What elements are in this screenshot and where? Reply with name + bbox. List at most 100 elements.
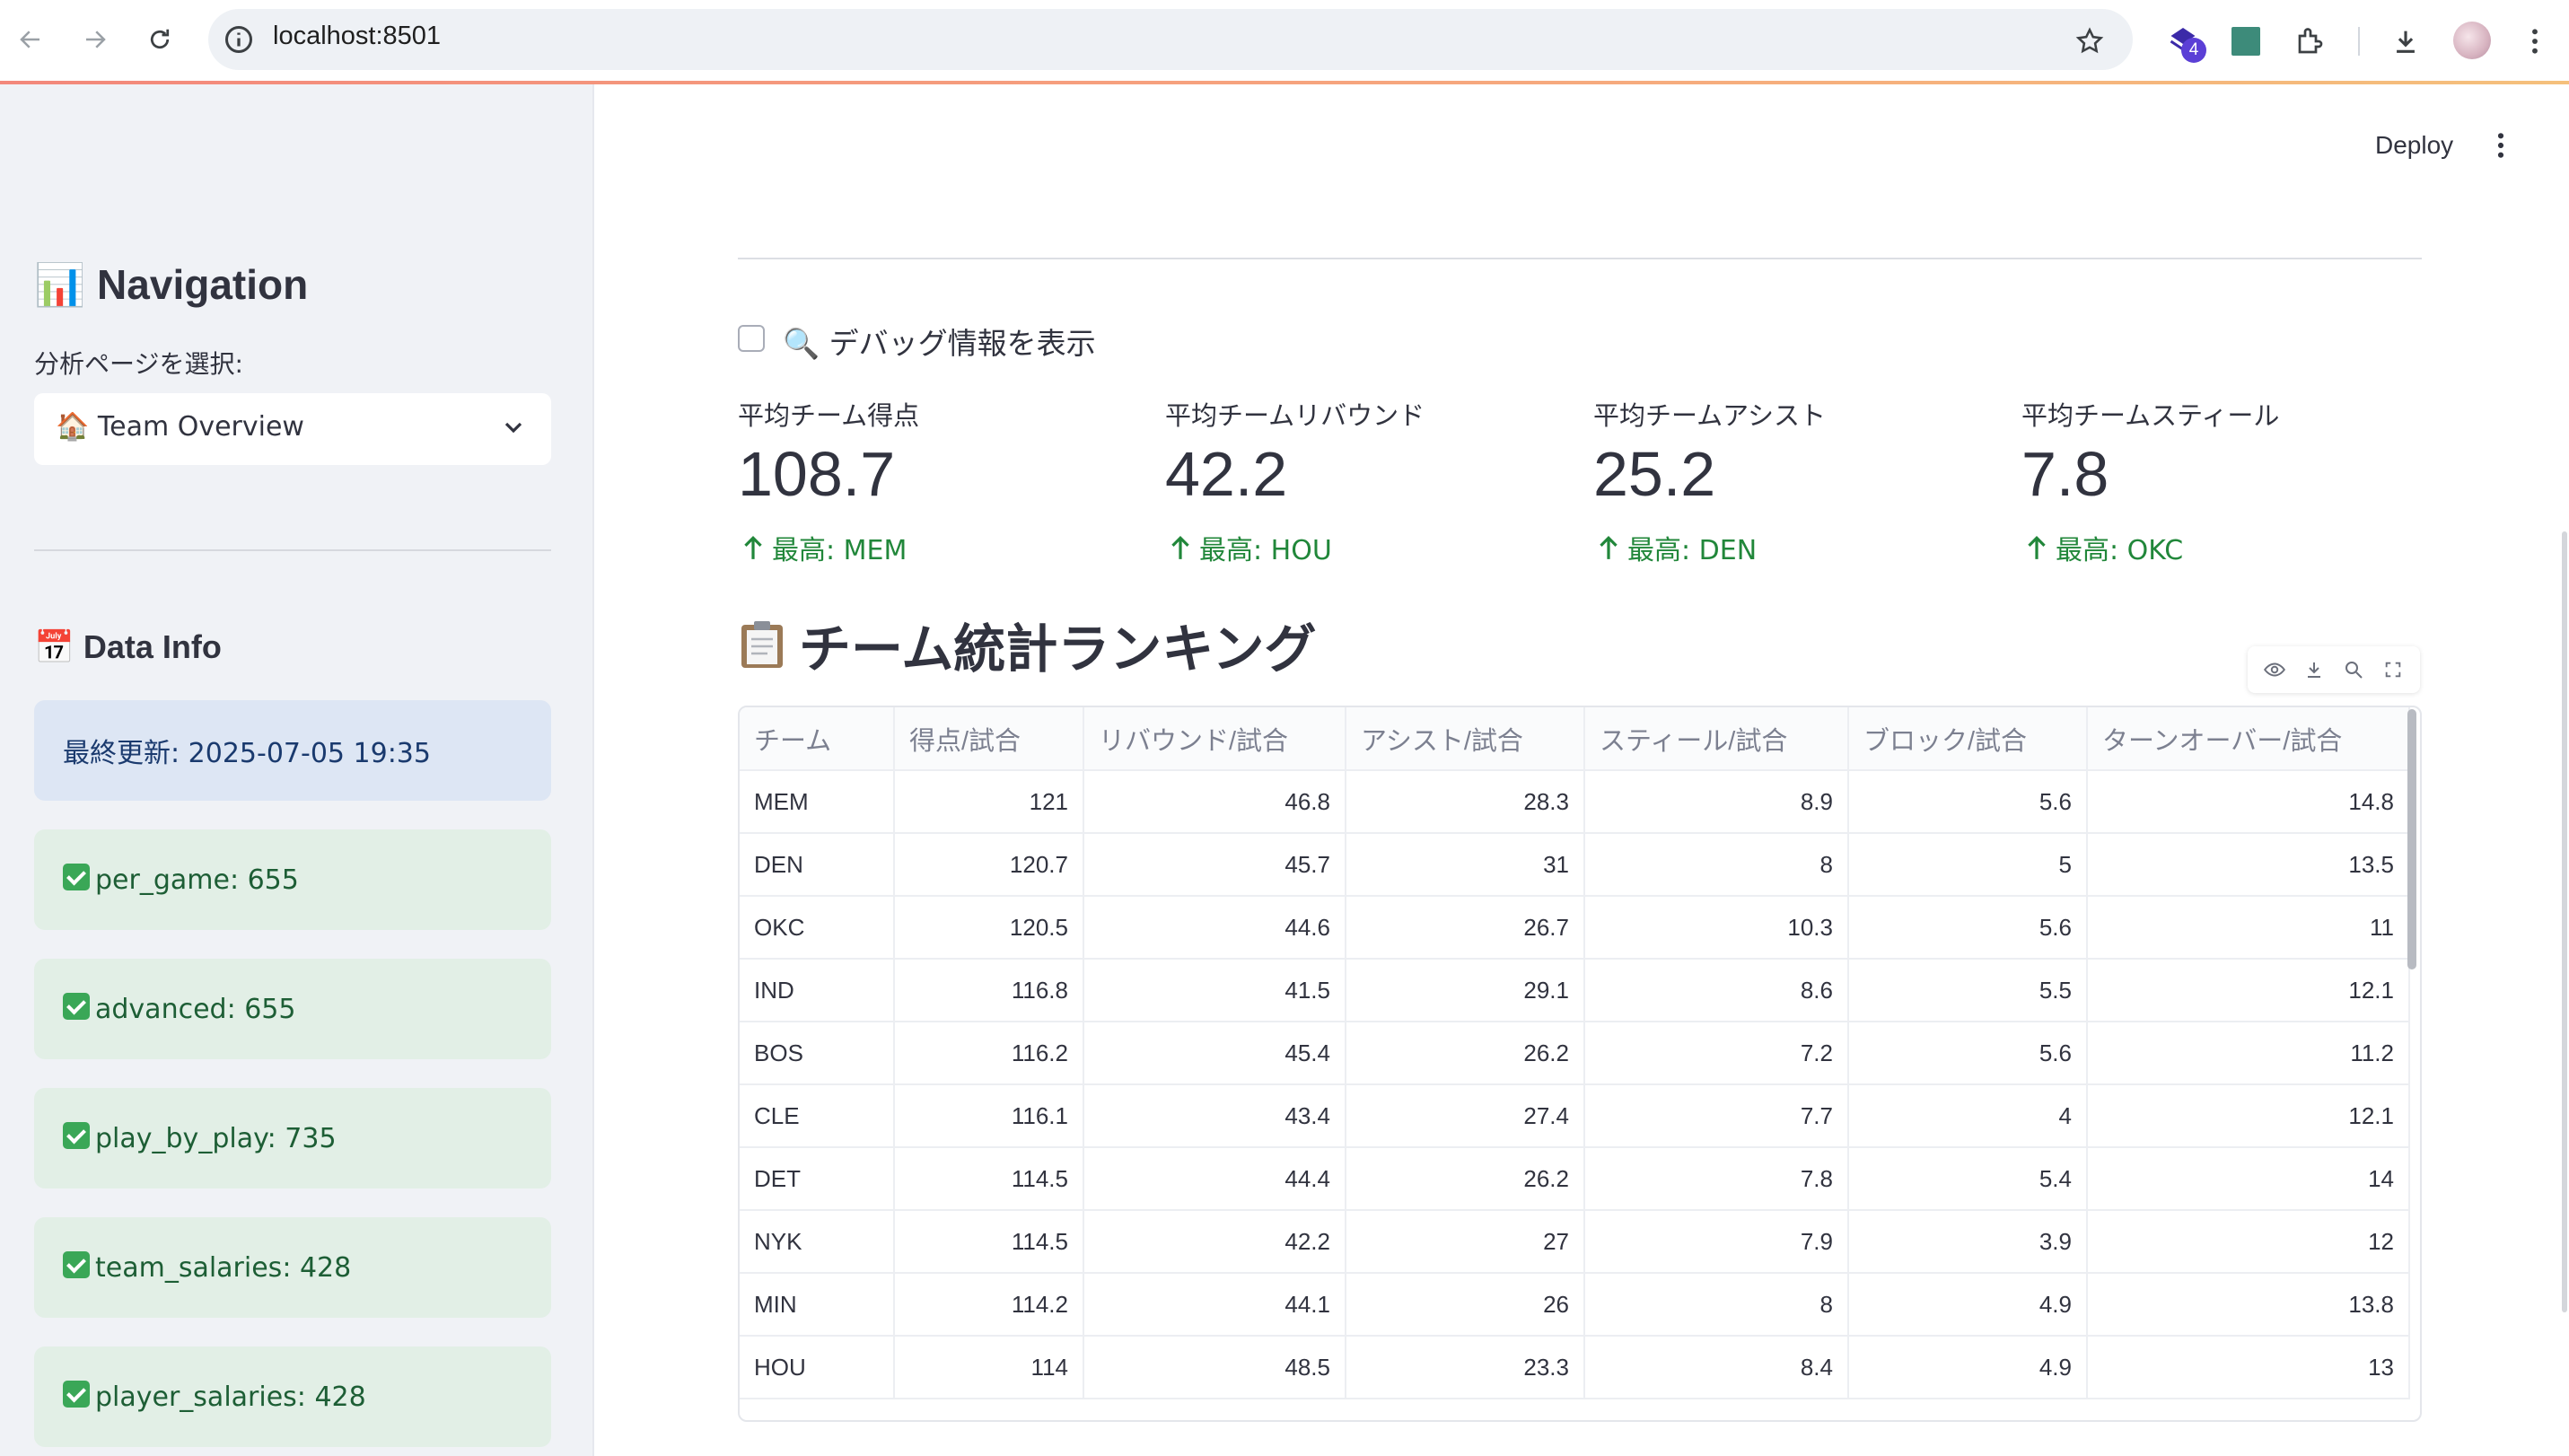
table-cell[interactable]: NYK — [740, 1210, 895, 1274]
table-cell[interactable]: 44.6 — [1083, 896, 1346, 960]
table-cell[interactable]: 120.7 — [894, 833, 1084, 897]
table-cell[interactable]: 31 — [1346, 833, 1585, 897]
url-text[interactable]: localhost:8501 — [273, 22, 441, 51]
table-row[interactable]: OKC 120.5 44.6 26.7 10.3 5.6 11 — [740, 896, 2410, 960]
table-cell[interactable]: 8 — [1584, 1273, 1849, 1337]
address-bar[interactable] — [208, 9, 2133, 70]
table-cell[interactable]: 4.9 — [1848, 1336, 2088, 1399]
search-icon[interactable] — [2341, 657, 2366, 682]
table-cell[interactable]: 114 — [894, 1336, 1084, 1399]
forward-icon[interactable] — [75, 20, 115, 59]
table-row[interactable]: MEM 121 46.8 28.3 8.9 5.6 14.8 — [740, 770, 2410, 834]
table-cell[interactable]: MEM — [740, 770, 895, 834]
table-row[interactable]: MIN 114.2 44.1 26 8 4.9 13.8 — [740, 1273, 2410, 1337]
table-scrollbar[interactable] — [2407, 709, 2416, 969]
page-select-value[interactable]: 🏠 Team Overview — [56, 411, 304, 443]
table-cell[interactable]: OKC — [740, 896, 895, 960]
table-cell[interactable]: 116.1 — [894, 1084, 1084, 1148]
table-cell[interactable]: 44.4 — [1083, 1147, 1346, 1211]
table-cell[interactable]: 7.2 — [1584, 1022, 1849, 1085]
table-cell[interactable]: 120.5 — [894, 896, 1084, 960]
table-cell[interactable]: MIN — [740, 1273, 895, 1337]
table-cell[interactable]: 116.2 — [894, 1022, 1084, 1085]
table-cell[interactable]: 42.2 — [1083, 1210, 1346, 1274]
table-cell[interactable]: 12.1 — [2087, 1084, 2410, 1148]
deploy-button[interactable]: Deploy — [2375, 131, 2453, 160]
profile-avatar[interactable] — [2453, 22, 2491, 59]
table-row[interactable]: IND 116.8 41.5 29.1 8.6 5.5 12.1 — [740, 959, 2410, 1022]
table-cell[interactable]: 26.2 — [1346, 1147, 1585, 1211]
fullscreen-icon[interactable] — [2380, 657, 2406, 682]
table-cell[interactable]: 5.5 — [1848, 959, 2088, 1022]
table-cell[interactable]: 11 — [2087, 896, 2410, 960]
table-cell[interactable]: 27 — [1346, 1210, 1585, 1274]
table-cell[interactable]: 45.7 — [1083, 833, 1346, 897]
table-cell[interactable]: 46.8 — [1083, 770, 1346, 834]
table-cell[interactable]: 12.1 — [2087, 959, 2410, 1022]
column-header[interactable]: アシスト/試合 — [1346, 707, 1585, 771]
table-cell[interactable]: 8.6 — [1584, 959, 1849, 1022]
browser-menu-icon[interactable] — [2513, 20, 2556, 63]
table-cell[interactable]: 5 — [1848, 833, 2088, 897]
back-icon[interactable] — [11, 20, 50, 59]
table-cell[interactable]: 12 — [2087, 1210, 2410, 1274]
table-row[interactable]: DET 114.5 44.4 26.2 7.8 5.4 14 — [740, 1147, 2410, 1211]
table-cell[interactable]: 4 — [1848, 1084, 2088, 1148]
table-cell[interactable]: 41.5 — [1083, 959, 1346, 1022]
table-row[interactable]: DEN 120.7 45.7 31 8 5 13.5 — [740, 833, 2410, 897]
table-cell[interactable]: 4.9 — [1848, 1273, 2088, 1337]
table-cell[interactable]: 45.4 — [1083, 1022, 1346, 1085]
column-header[interactable]: 得点/試合 — [894, 707, 1084, 771]
table-cell[interactable]: 5.6 — [1848, 896, 2088, 960]
table-cell[interactable]: 114.5 — [894, 1210, 1084, 1274]
table-cell[interactable]: 48.5 — [1083, 1336, 1346, 1399]
table-cell[interactable]: 114.2 — [894, 1273, 1084, 1337]
table-cell[interactable]: 29.1 — [1346, 959, 1585, 1022]
column-header[interactable]: ブロック/試合 — [1848, 707, 2088, 771]
table-row[interactable]: HOU 114 48.5 23.3 8.4 4.9 13 — [740, 1336, 2410, 1399]
debug-checkbox[interactable] — [738, 325, 765, 352]
table-cell[interactable]: 3.9 — [1848, 1210, 2088, 1274]
table-cell[interactable]: 5.4 — [1848, 1147, 2088, 1211]
table-row[interactable]: BOS 116.2 45.4 26.2 7.2 5.6 11.2 — [740, 1022, 2410, 1085]
table-cell[interactable]: 27.4 — [1346, 1084, 1585, 1148]
table-cell[interactable]: 13.5 — [2087, 833, 2410, 897]
table-cell[interactable]: 8.9 — [1584, 770, 1849, 834]
table-cell[interactable]: 44.1 — [1083, 1273, 1346, 1337]
debug-checkbox-label[interactable]: 🔍 デバッグ情報を表示 — [783, 320, 1096, 363]
table-cell[interactable]: 28.3 — [1346, 770, 1585, 834]
table-cell[interactable]: 13 — [2087, 1336, 2410, 1399]
reload-icon[interactable] — [140, 20, 180, 59]
table-cell[interactable]: 43.4 — [1083, 1084, 1346, 1148]
eye-icon[interactable] — [2262, 657, 2287, 682]
page-scrollbar[interactable] — [2562, 531, 2567, 1312]
column-header[interactable]: スティール/試合 — [1584, 707, 1849, 771]
table-cell[interactable]: IND — [740, 959, 895, 1022]
table-row[interactable]: CLE 116.1 43.4 27.4 7.7 4 12.1 — [740, 1084, 2410, 1148]
download-icon[interactable] — [2302, 657, 2327, 682]
download-icon[interactable] — [2384, 20, 2427, 63]
table-cell[interactable]: 26 — [1346, 1273, 1585, 1337]
table-cell[interactable]: 5.6 — [1848, 1022, 2088, 1085]
extension-square-icon[interactable] — [2224, 20, 2267, 63]
table-cell[interactable]: BOS — [740, 1022, 895, 1085]
column-header[interactable]: ターンオーバー/試合 — [2087, 707, 2410, 771]
table-cell[interactable]: DET — [740, 1147, 895, 1211]
table-cell[interactable]: 8.4 — [1584, 1336, 1849, 1399]
table-cell[interactable]: 14 — [2087, 1147, 2410, 1211]
table-cell[interactable]: 26.2 — [1346, 1022, 1585, 1085]
table-cell[interactable]: 7.8 — [1584, 1147, 1849, 1211]
table-cell[interactable]: 10.3 — [1584, 896, 1849, 960]
extension-icon[interactable]: 4 — [2161, 20, 2206, 63]
table-cell[interactable]: 116.8 — [894, 959, 1084, 1022]
table-cell[interactable]: 7.7 — [1584, 1084, 1849, 1148]
table-cell[interactable]: 26.7 — [1346, 896, 1585, 960]
table-cell[interactable]: HOU — [740, 1336, 895, 1399]
table-cell[interactable]: 13.8 — [2087, 1273, 2410, 1337]
table-cell[interactable]: 114.5 — [894, 1147, 1084, 1211]
table-row[interactable]: NYK 114.5 42.2 27 7.9 3.9 12 — [740, 1210, 2410, 1274]
team-stats-table[interactable]: チーム 得点/試合 リバウンド/試合 アシスト/試合 スティール/試合 ブロック… — [738, 706, 2422, 1422]
site-info-icon[interactable] — [223, 23, 255, 56]
column-header[interactable]: リバウンド/試合 — [1083, 707, 1346, 771]
main-menu-icon[interactable] — [2495, 131, 2506, 160]
